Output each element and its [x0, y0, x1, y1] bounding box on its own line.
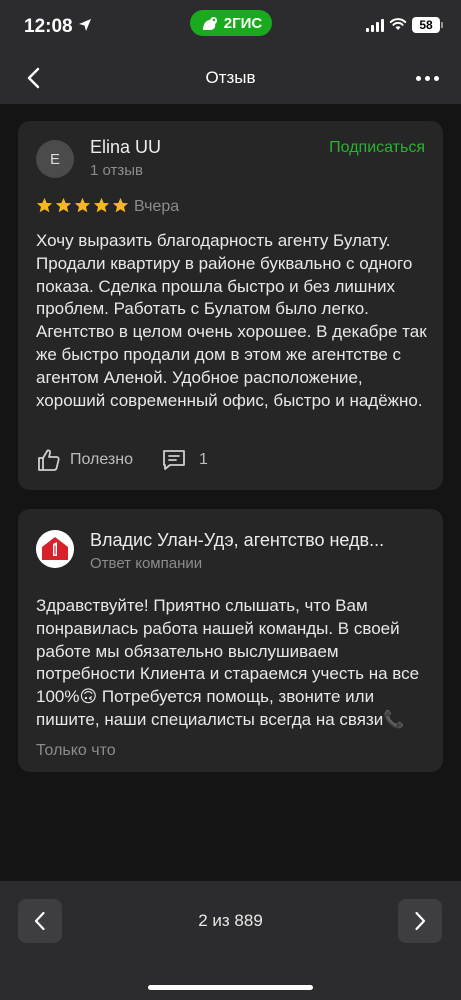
reply-text: Здравствуйте! Приятно слышать, что Вам п…	[36, 596, 420, 729]
status-bar: 12:08 2ГИС 58	[0, 0, 461, 52]
star-icon	[112, 197, 129, 213]
star-icon	[36, 197, 53, 213]
status-time: 12:08	[24, 16, 73, 37]
reply-time: Только что	[36, 742, 116, 759]
signal-icon	[366, 19, 384, 32]
star-icon	[55, 197, 72, 213]
company-logo[interactable]	[36, 530, 74, 568]
thumbs-up-icon[interactable]	[36, 447, 62, 473]
brand-logo-icon	[202, 16, 217, 30]
more-dots-icon[interactable]	[413, 64, 441, 92]
battery-level: 58	[419, 18, 433, 32]
home-indicator[interactable]	[148, 985, 313, 990]
nav-bar: Отзыв	[0, 52, 461, 104]
review-actions: Полезно 1	[36, 447, 208, 473]
bottom-bar	[0, 881, 461, 1000]
comments-count[interactable]: 1	[199, 451, 208, 469]
review-author-name[interactable]: Elina UU	[90, 137, 161, 158]
subscribe-button[interactable]: Подписаться	[329, 139, 425, 157]
chevron-right-icon	[415, 911, 426, 931]
comment-icon[interactable]	[161, 447, 187, 473]
review-author-count: 1 отзыв	[90, 162, 144, 179]
pager-label: 2 из 889	[198, 911, 263, 930]
next-review-button[interactable]	[398, 899, 442, 943]
page-title: Отзыв	[205, 68, 256, 87]
brand-name: 2ГИС	[223, 14, 263, 32]
avatar[interactable]: E	[36, 140, 74, 178]
review-text: Хочу выразить благодарность агенту Булат…	[36, 231, 427, 410]
star-icon	[74, 197, 91, 213]
company-name[interactable]: Владис Улан-Удэ, агентство недв...	[90, 530, 384, 551]
location-arrow-icon	[79, 19, 91, 31]
review-date: Вчера	[134, 198, 180, 215]
star-icon	[93, 197, 110, 213]
house-logo-icon	[36, 530, 74, 568]
rating-stars	[36, 197, 129, 214]
useful-button[interactable]: Полезно	[70, 451, 133, 469]
company-reply-label: Ответ компании	[90, 555, 203, 572]
wifi-icon	[389, 18, 407, 30]
battery-icon: 58	[412, 17, 443, 33]
brand-badge: 2ГИС	[190, 10, 272, 36]
